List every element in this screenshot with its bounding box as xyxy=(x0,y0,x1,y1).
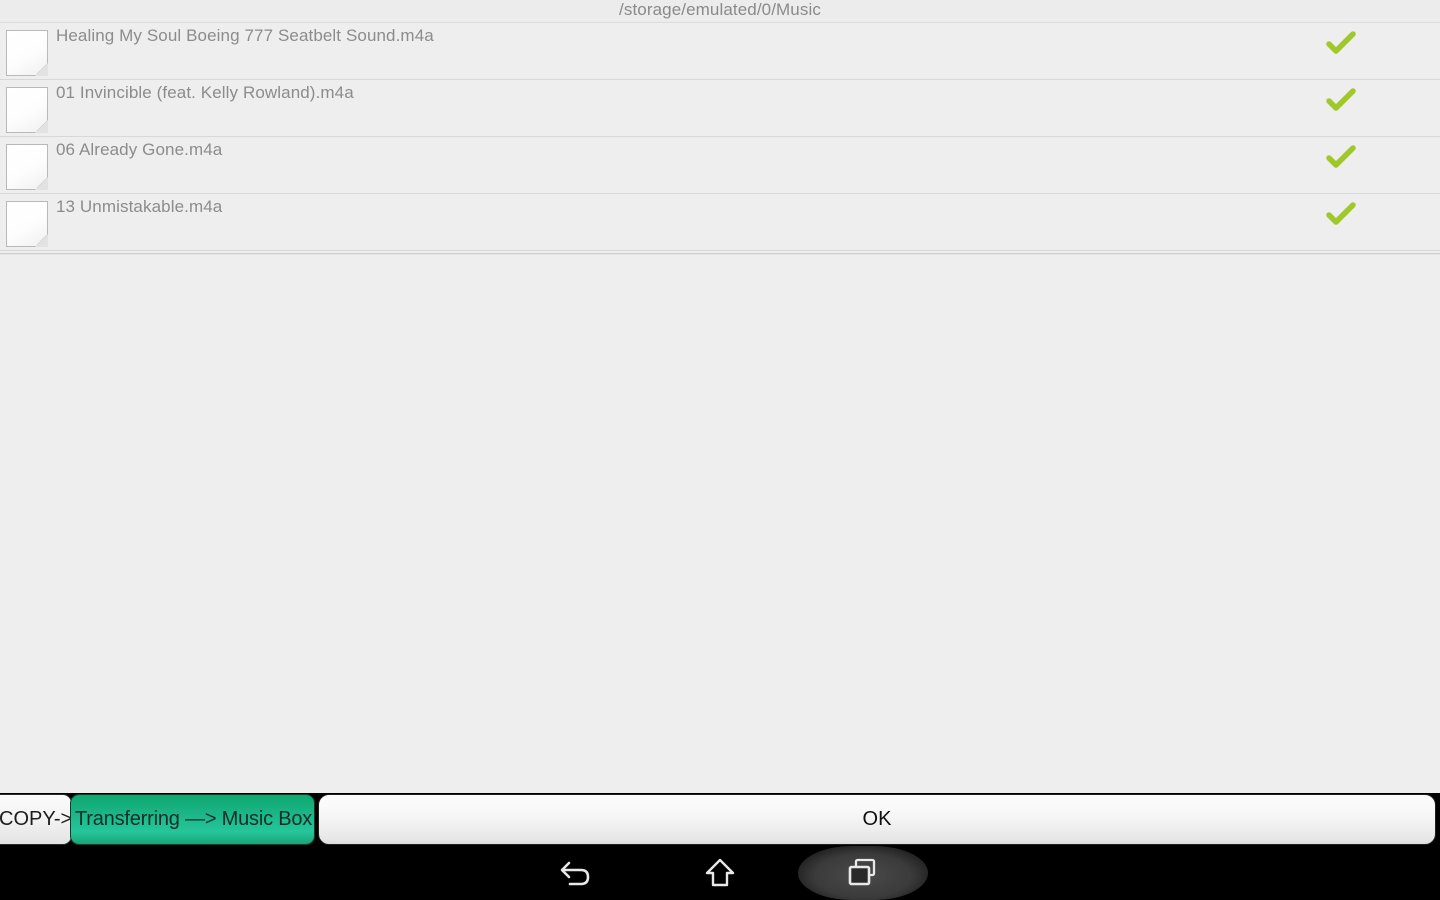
android-navigation-bar xyxy=(0,846,1440,900)
list-item[interactable]: Healing My Soul Boeing 777 Seatbelt Soun… xyxy=(0,23,1440,80)
document-icon xyxy=(6,87,48,133)
document-icon xyxy=(6,201,48,247)
home-icon[interactable] xyxy=(655,846,785,900)
empty-list-area xyxy=(0,255,1440,793)
check-icon[interactable] xyxy=(1326,202,1356,228)
document-icon xyxy=(6,30,48,76)
check-icon[interactable] xyxy=(1326,31,1356,57)
back-arrow-icon[interactable] xyxy=(511,846,641,900)
transfer-status-button[interactable]: Transferring —> Music Box xyxy=(70,794,315,845)
file-list[interactable]: Healing My Soul Boeing 777 Seatbelt Soun… xyxy=(0,23,1440,252)
recent-apps-icon[interactable] xyxy=(798,846,928,900)
check-icon[interactable] xyxy=(1326,145,1356,171)
android-file-picker-screen: /storage/emulated/0/Music Healing My Sou… xyxy=(0,0,1440,900)
list-item[interactable]: 01 Invincible (feat. Kelly Rowland).m4a xyxy=(0,80,1440,137)
path-bar: /storage/emulated/0/Music xyxy=(0,0,1440,23)
list-item-label: 06 Already Gone.m4a xyxy=(56,140,223,159)
list-item-label: Healing My Soul Boeing 777 Seatbelt Soun… xyxy=(56,26,434,45)
ok-button[interactable]: OK xyxy=(318,794,1436,845)
list-item[interactable]: 13 Unmistakable.m4a xyxy=(0,194,1440,251)
document-icon xyxy=(6,144,48,190)
action-button-bar: COPY-> Transferring —> Music Box OK xyxy=(0,793,1440,846)
list-item-label: 13 Unmistakable.m4a xyxy=(56,197,223,216)
check-icon[interactable] xyxy=(1326,88,1356,114)
list-item[interactable]: 06 Already Gone.m4a xyxy=(0,137,1440,194)
current-path-label: /storage/emulated/0/Music xyxy=(619,0,821,19)
copy-button[interactable]: COPY-> xyxy=(0,794,72,845)
list-item-label: 01 Invincible (feat. Kelly Rowland).m4a xyxy=(56,83,354,102)
